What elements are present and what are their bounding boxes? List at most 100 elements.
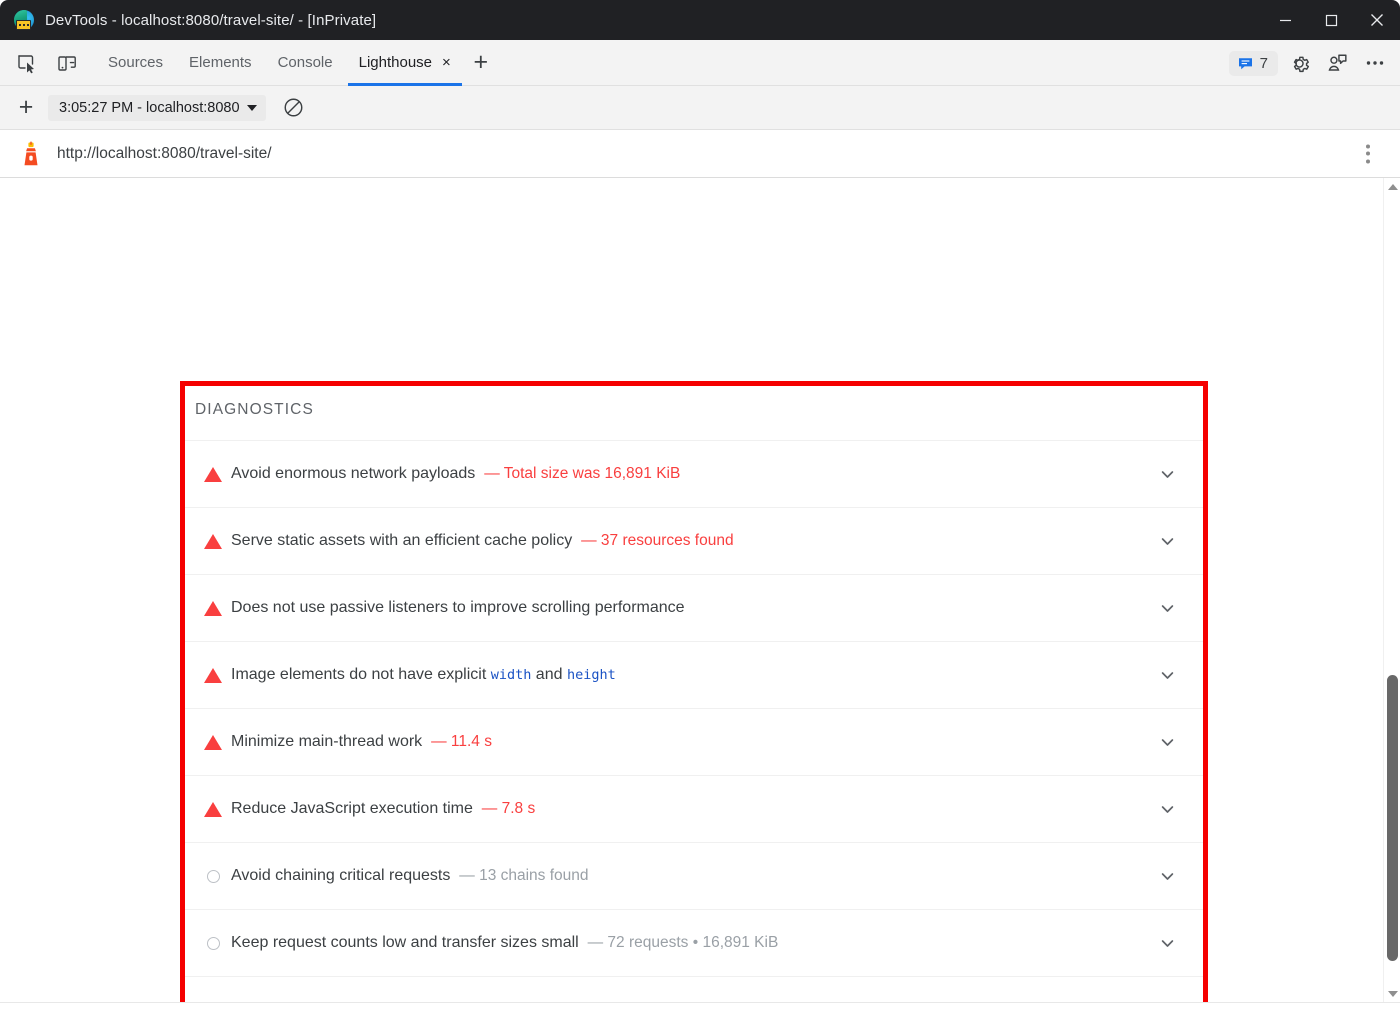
audit-value: — 37 resources found <box>581 532 734 549</box>
tab-label: Lighthouse <box>359 54 432 71</box>
audit-title: Serve static assets with an efficient ca… <box>231 532 572 549</box>
audit-value: — 11.4 s <box>431 733 492 750</box>
message-count: 7 <box>1260 55 1268 72</box>
tab-elements[interactable]: Elements <box>176 40 265 86</box>
chevron-down-icon[interactable] <box>1153 460 1181 488</box>
audit-value: — 72 requests • 16,891 KiB <box>588 934 779 951</box>
window-controls <box>1262 0 1400 40</box>
audit-fail-icon <box>195 601 231 616</box>
feedback-icon[interactable] <box>1320 46 1354 80</box>
vertical-scrollbar[interactable] <box>1383 178 1400 1002</box>
messages-badge[interactable]: 7 <box>1229 51 1278 76</box>
audit-fail-icon <box>195 735 231 750</box>
audit-value: — Total size was 16,891 KiB <box>484 465 680 482</box>
chevron-down-icon <box>247 105 257 111</box>
window-bottom-edge <box>0 1002 1400 1016</box>
audit-value: — 1 element found <box>473 1001 604 1002</box>
inspect-element-icon[interactable] <box>13 49 41 77</box>
report-selector-dropdown[interactable]: 3:05:27 PM - localhost:8080 <box>48 95 266 121</box>
tab-lighthouse[interactable]: Lighthouse × <box>346 40 464 86</box>
settings-gear-icon[interactable] <box>1282 46 1316 80</box>
report-canvas: DIAGNOSTICS Avoid enormous network paylo… <box>0 178 1383 1002</box>
chevron-down-icon[interactable] <box>1153 728 1181 756</box>
maximize-icon[interactable] <box>1308 0 1354 40</box>
device-toolbar-icon[interactable] <box>53 49 81 77</box>
audit-title: Does not use passive listeners to improv… <box>231 599 685 616</box>
audit-title: Largest Contentful Paint element <box>231 1001 464 1002</box>
minimize-icon[interactable] <box>1262 0 1308 40</box>
audit-title-mid: and <box>531 666 567 683</box>
close-icon[interactable] <box>1354 0 1400 40</box>
section-title: DIAGNOSTICS <box>183 384 1203 440</box>
audit-code-height: height <box>567 667 616 683</box>
lighthouse-toolbar: + 3:05:27 PM - localhost:8080 <box>0 86 1400 130</box>
chevron-down-icon[interactable] <box>1153 594 1181 622</box>
chevron-down-icon[interactable] <box>1153 661 1181 689</box>
audit-text: Does not use passive listeners to improv… <box>231 599 1203 617</box>
more-options-icon[interactable] <box>1358 46 1392 80</box>
audit-text: Image elements do not have explicit widt… <box>231 666 1203 684</box>
audit-row[interactable]: Minimize main-thread work — 11.4 s <box>183 708 1203 775</box>
new-report-button[interactable]: + <box>10 92 42 124</box>
report-scroll-area: DIAGNOSTICS Avoid enormous network paylo… <box>0 178 1400 1002</box>
audit-text: Minimize main-thread work — 11.4 s <box>231 733 1203 751</box>
audit-title: Minimize main-thread work <box>231 733 422 750</box>
audit-row[interactable]: Reduce JavaScript execution time — 7.8 s <box>183 775 1203 842</box>
audit-fail-icon <box>195 802 231 817</box>
tab-label: Console <box>278 54 333 71</box>
lighthouse-icon <box>18 141 44 167</box>
audit-text: Serve static assets with an efficient ca… <box>231 532 1203 550</box>
tab-sources[interactable]: Sources <box>95 40 176 86</box>
devtools-window: DevTools - localhost:8080/travel-site/ -… <box>0 0 1400 1016</box>
tab-label: Sources <box>108 54 163 71</box>
panel-tabs: Sources Elements Console Lighthouse × + <box>95 40 498 86</box>
scroll-down-icon[interactable] <box>1384 985 1400 1002</box>
audit-info-icon <box>195 937 231 950</box>
chevron-down-icon[interactable] <box>1153 862 1181 890</box>
report-url-bar: http://localhost:8080/travel-site/ <box>0 130 1400 178</box>
audit-row[interactable]: Largest Contentful Paint element — 1 ele… <box>183 976 1203 1002</box>
report-selector-label: 3:05:27 PM - localhost:8080 <box>59 100 240 116</box>
audit-row[interactable]: Avoid chaining critical requests — 13 ch… <box>183 842 1203 909</box>
more-options-icon[interactable] <box>1358 138 1378 169</box>
audit-text: Reduce JavaScript execution time — 7.8 s <box>231 800 1203 818</box>
chevron-down-icon[interactable] <box>1153 795 1181 823</box>
chevron-down-icon[interactable] <box>1153 527 1181 555</box>
audit-row[interactable]: Serve static assets with an efficient ca… <box>183 507 1203 574</box>
audit-row[interactable]: Image elements do not have explicit widt… <box>183 641 1203 708</box>
messages-icon <box>1237 55 1254 72</box>
audit-title: Reduce JavaScript execution time <box>231 800 473 817</box>
chevron-down-icon[interactable] <box>1153 996 1181 1002</box>
audit-title: Image elements do not have explicit <box>231 666 491 683</box>
audit-text: Avoid enormous network payloads — Total … <box>231 465 1203 483</box>
audit-title: Keep request counts low and transfer siz… <box>231 934 579 951</box>
audit-value: — 7.8 s <box>482 800 535 817</box>
close-tab-icon[interactable]: × <box>442 55 451 70</box>
devtools-tabstrip: Sources Elements Console Lighthouse × + <box>0 40 1400 86</box>
audit-code-width: width <box>491 667 532 683</box>
audit-text: Largest Contentful Paint element — 1 ele… <box>231 1001 1203 1002</box>
diagnostics-section: DIAGNOSTICS Avoid enormous network paylo… <box>183 384 1203 1002</box>
audit-text: Avoid chaining critical requests — 13 ch… <box>231 867 1203 885</box>
tab-console[interactable]: Console <box>265 40 346 86</box>
scrollbar-thumb[interactable] <box>1387 675 1398 961</box>
tab-label: Elements <box>189 54 252 71</box>
audit-fail-icon <box>195 668 231 683</box>
report-url: http://localhost:8080/travel-site/ <box>57 145 272 163</box>
audit-fail-icon <box>195 467 231 482</box>
audit-info-icon <box>195 870 231 883</box>
audit-row[interactable]: Does not use passive listeners to improv… <box>183 574 1203 641</box>
add-panel-icon[interactable]: + <box>464 40 498 86</box>
audit-title: Avoid enormous network payloads <box>231 465 475 482</box>
title-bar: DevTools - localhost:8080/travel-site/ -… <box>0 0 1400 40</box>
audit-title: Avoid chaining critical requests <box>231 867 450 884</box>
audit-value: — 13 chains found <box>459 867 588 884</box>
audit-text: Keep request counts low and transfer siz… <box>231 934 1203 952</box>
window-title: DevTools - localhost:8080/travel-site/ -… <box>45 12 376 29</box>
clear-icon[interactable] <box>278 92 310 124</box>
audit-row[interactable]: Keep request counts low and transfer siz… <box>183 909 1203 976</box>
audit-row[interactable]: Avoid enormous network payloads — Total … <box>183 440 1203 507</box>
tabstrip-right-controls: 7 <box>1229 40 1392 86</box>
chevron-down-icon[interactable] <box>1153 929 1181 957</box>
scroll-up-icon[interactable] <box>1384 178 1400 195</box>
